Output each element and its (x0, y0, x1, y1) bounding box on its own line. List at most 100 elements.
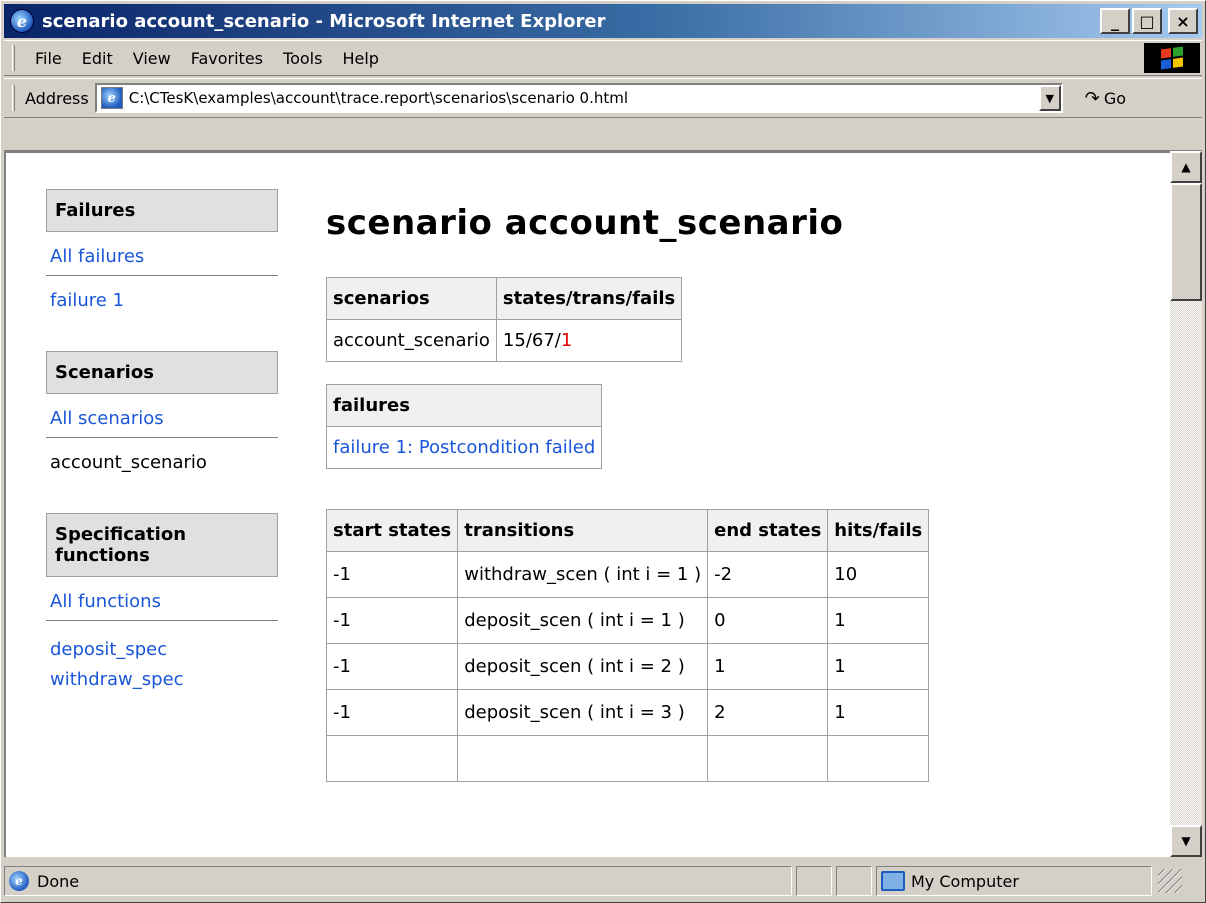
page-viewport: Failures All failures failure 1 Scenario… (4, 151, 1170, 857)
summary-fails: 1 (560, 330, 573, 351)
table-cell (325, 735, 459, 782)
table-cell: 1 (827, 689, 930, 736)
status-bar: e Done My Computer (4, 863, 1202, 899)
table-row: -1 deposit_scen ( int i = 1 ) 0 1 (325, 597, 930, 644)
failure-cell: failure 1: Postcondition failed (325, 426, 603, 469)
table-cell: deposit_scen ( int i = 1 ) (457, 597, 709, 644)
menu-tools[interactable]: Tools (273, 49, 332, 68)
maximize-button[interactable]: □ (1132, 8, 1162, 34)
address-dropdown-button[interactable]: ▼ (1038, 85, 1061, 111)
table-header: end states (707, 509, 829, 552)
windows-logo-icon (1144, 43, 1200, 73)
window-title: scenario account_scenario - Microsoft In… (42, 10, 606, 32)
title-bar[interactable]: e scenario account_scenario - Microsoft … (4, 4, 1202, 38)
status-main-pane: e Done (4, 866, 792, 896)
address-label: Address (25, 88, 89, 108)
link-all-functions[interactable]: All functions (46, 577, 278, 621)
table-row: -1 withdraw_scen ( int i = 1 ) -2 10 (325, 551, 930, 598)
status-pane-empty (796, 866, 832, 896)
table-cell: 1 (827, 643, 930, 690)
table-header: start states (325, 509, 459, 552)
menu-bar: File Edit View Favorites Tools Help (4, 40, 1202, 76)
summary-counts-text: 15/67/ (502, 330, 561, 351)
menu-view[interactable]: View (123, 49, 181, 68)
address-input[interactable]: e C:\CTesK\examples\account\trace.report… (94, 83, 1063, 113)
table-cell: 2 (707, 689, 829, 736)
failures-table: failures failure 1: Postcondition failed (325, 384, 603, 469)
table-header: scenarios (326, 277, 497, 320)
status-text: Done (37, 871, 80, 891)
link-failure-1[interactable]: failure 1 (46, 276, 278, 319)
table-row: account_scenario 15/67/1 (326, 319, 683, 362)
status-pane-empty (836, 866, 872, 896)
vertical-scrollbar[interactable]: ▲ ▼ (1170, 151, 1202, 857)
scroll-up-button[interactable]: ▲ (1170, 151, 1202, 183)
table-cell: 1 (827, 597, 930, 644)
address-bar: Address e C:\CTesK\examples\account\trac… (4, 78, 1202, 118)
table-cell: -1 (325, 551, 459, 598)
link-deposit-spec[interactable]: deposit_spec (50, 635, 274, 665)
table-cell: 10 (827, 551, 930, 598)
table-cell: 1 (707, 643, 829, 690)
table-cell: withdraw_scen ( int i = 1 ) (457, 551, 709, 598)
window-controls: _ □ × (1100, 8, 1198, 34)
go-arrow-icon: ↷ (1084, 87, 1100, 109)
toolbar-grip[interactable] (12, 85, 15, 111)
scroll-down-button[interactable]: ▼ (1170, 825, 1202, 857)
table-header: states/trans/fails (495, 277, 683, 320)
minimize-button[interactable]: _ (1100, 8, 1130, 34)
sidebar-heading-failures: Failures (46, 189, 278, 232)
table-row (325, 735, 930, 782)
sidebar-failures: Failures All failures failure 1 (46, 189, 278, 319)
go-button[interactable]: ↷ Go (1085, 88, 1126, 109)
table-row: failure 1: Postcondition failed (325, 426, 603, 469)
sidebar-functions: Specification functions All functions de… (46, 513, 278, 709)
ie-icon[interactable]: e (10, 9, 34, 33)
link-all-failures[interactable]: All failures (46, 232, 278, 276)
link-all-scenarios[interactable]: All scenarios (46, 394, 278, 438)
table-cell: -1 (325, 597, 459, 644)
my-computer-icon (881, 871, 905, 891)
menu-help[interactable]: Help (332, 49, 388, 68)
link-withdraw-spec[interactable]: withdraw_spec (50, 665, 274, 695)
menu-file[interactable]: File (25, 49, 72, 68)
table-cell: -2 (707, 551, 829, 598)
status-zone-pane: My Computer (876, 866, 1152, 896)
summary-table: scenarios states/trans/fails account_sce… (326, 277, 683, 362)
summary-scenario: account_scenario (326, 319, 497, 362)
link-failure-1-detail[interactable]: failure 1: Postcondition failed (333, 437, 595, 458)
sidebar-heading-functions: Specification functions (46, 513, 278, 577)
table-cell: -1 (325, 643, 459, 690)
table-row: -1 deposit_scen ( int i = 3 ) 2 1 (325, 689, 930, 736)
page-title: scenario account_scenario (326, 203, 844, 243)
sidebar-heading-scenarios: Scenarios (46, 351, 278, 394)
toolbar-separator (4, 120, 1202, 151)
menu-favorites[interactable]: Favorites (181, 49, 273, 68)
table-header: hits/fails (827, 509, 930, 552)
function-links: deposit_spec withdraw_spec (46, 621, 278, 709)
page-icon: e (100, 87, 123, 109)
table-row: -1 deposit_scen ( int i = 2 ) 1 1 (325, 643, 930, 690)
browser-window: e scenario account_scenario - Microsoft … (0, 0, 1206, 903)
table-cell: -1 (325, 689, 459, 736)
table-cell: deposit_scen ( int i = 2 ) (457, 643, 709, 690)
scroll-thumb[interactable] (1170, 183, 1202, 301)
table-cell (827, 735, 930, 782)
menu-edit[interactable]: Edit (72, 49, 123, 68)
page-status-icon: e (9, 871, 29, 891)
current-scenario: account_scenario (50, 452, 207, 473)
transitions-table: start states transitions end states hits… (325, 509, 930, 782)
toolbar-grip[interactable] (12, 45, 15, 71)
close-button[interactable]: × (1168, 8, 1198, 34)
address-url[interactable]: C:\CTesK\examples\account\trace.report\s… (129, 89, 628, 107)
table-cell: deposit_scen ( int i = 3 ) (457, 689, 709, 736)
table-header: transitions (457, 509, 709, 552)
zone-text: My Computer (911, 871, 1019, 891)
sidebar-scenarios: Scenarios All scenarios account_scenario (46, 351, 278, 481)
go-label: Go (1103, 88, 1126, 108)
summary-counts: 15/67/1 (495, 319, 683, 362)
sidebar: Failures All failures failure 1 Scenario… (46, 189, 278, 741)
table-cell (457, 735, 709, 782)
resize-grip[interactable] (1158, 869, 1182, 893)
page-content: Failures All failures failure 1 Scenario… (6, 153, 1170, 857)
